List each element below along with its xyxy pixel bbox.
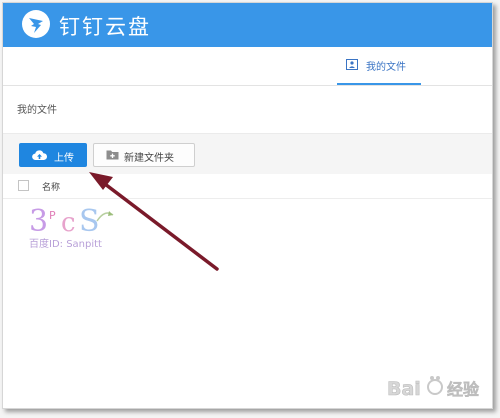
top-bar: 钉钉云盘 bbox=[3, 3, 492, 47]
upload-button[interactable]: 上传 bbox=[19, 143, 87, 167]
breadcrumb[interactable]: 我的文件 bbox=[17, 101, 57, 116]
folder-plus-icon bbox=[106, 150, 119, 160]
tab-my-files[interactable]: 我的文件 bbox=[337, 47, 421, 85]
baidu-jingyan-watermark: Bai 经验 bbox=[387, 376, 480, 400]
svg-text:经验: 经验 bbox=[447, 380, 480, 399]
tab-bar: 我的文件 bbox=[3, 47, 492, 86]
new-folder-label: 新建文件夹 bbox=[124, 153, 174, 164]
dingtalk-logo-icon[interactable] bbox=[21, 9, 51, 39]
svg-text:3: 3 bbox=[29, 204, 48, 239]
app-window: 钉钉云盘 我的文件 我的文件 上传 新建文件夹 名称 3 P c S 百度ID:… bbox=[2, 2, 493, 409]
toolbar: 上传 新建文件夹 bbox=[3, 133, 492, 175]
file-list-header: 名称 bbox=[3, 174, 492, 199]
app-title: 钉钉云盘 bbox=[59, 15, 151, 39]
tab-label: 我的文件 bbox=[366, 62, 406, 73]
svg-text:P: P bbox=[49, 209, 56, 222]
cloud-upload-icon bbox=[32, 150, 47, 161]
new-folder-button[interactable]: 新建文件夹 bbox=[93, 143, 195, 167]
author-watermark-text: 百度ID: Sanpitt bbox=[29, 239, 102, 250]
svg-text:S: S bbox=[79, 204, 100, 239]
svg-text:c: c bbox=[61, 208, 76, 238]
svg-text:Bai: Bai bbox=[387, 378, 421, 400]
user-folder-icon bbox=[346, 59, 358, 70]
column-header-name[interactable]: 名称 bbox=[42, 180, 60, 193]
upload-label: 上传 bbox=[54, 153, 74, 164]
select-all-checkbox[interactable] bbox=[18, 180, 29, 191]
